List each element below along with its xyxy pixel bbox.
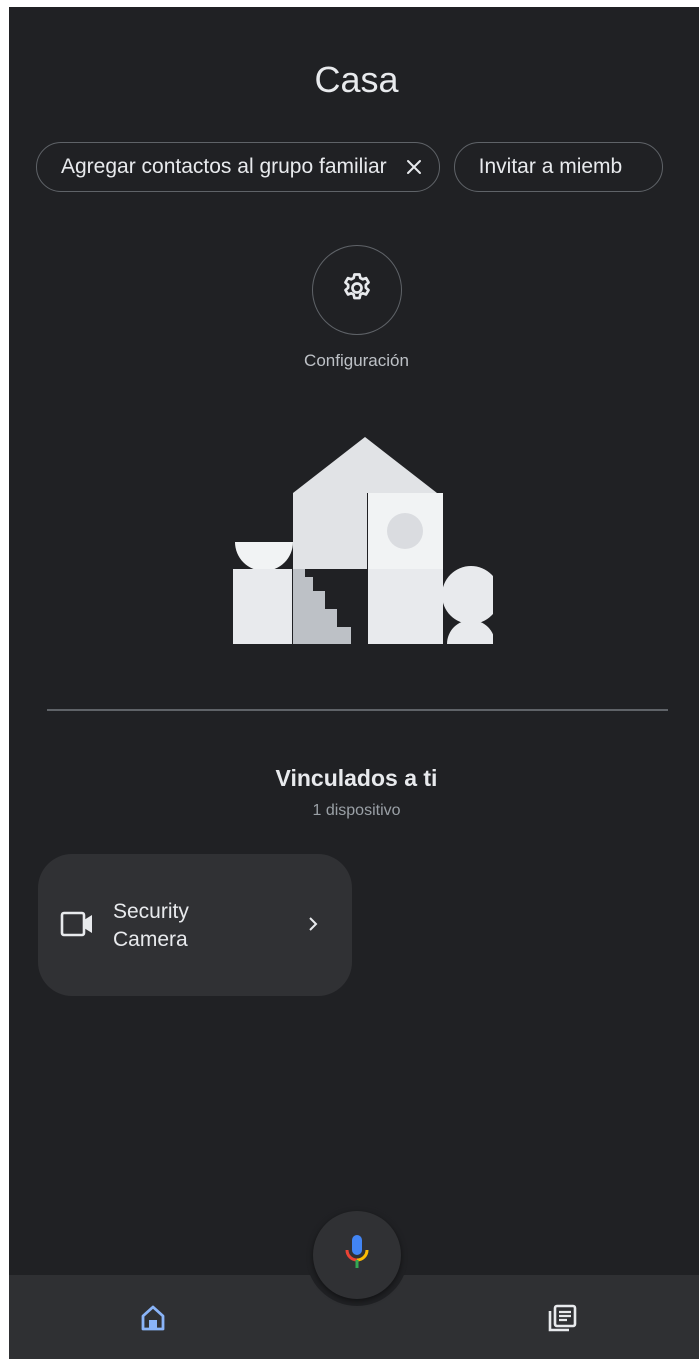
- chip-label: Agregar contactos al grupo familiar: [61, 155, 387, 178]
- close-icon[interactable]: [405, 158, 423, 176]
- gear-icon: [339, 270, 375, 311]
- mic-icon: [343, 1233, 371, 1278]
- suggestion-chips: Agregar contactos al grupo familiar Invi…: [36, 142, 677, 192]
- settings-button[interactable]: [312, 245, 402, 335]
- chip-label: Invitar a miemb: [478, 155, 623, 178]
- device-card-security-camera[interactable]: Security Camera: [38, 854, 352, 996]
- chevron-right-icon: [306, 914, 320, 939]
- section-divider: [47, 709, 668, 711]
- home-illustration: [223, 437, 500, 652]
- settings-label: Configuración: [304, 351, 409, 370]
- voice-assistant-button[interactable]: [313, 1211, 401, 1299]
- feed-icon[interactable]: [546, 1302, 578, 1339]
- device-count: 1 dispositivo: [312, 802, 401, 819]
- home-screen: Casa Agregar contactos al grupo familiar…: [9, 7, 699, 1359]
- page-title: Casa: [314, 59, 399, 100]
- section-title: Vinculados a ti: [275, 765, 438, 791]
- add-family-contacts-chip[interactable]: Agregar contactos al grupo familiar: [36, 142, 440, 192]
- device-name: Security Camera: [113, 900, 189, 951]
- camera-icon: [60, 910, 94, 943]
- home-icon[interactable]: [138, 1303, 168, 1338]
- invite-members-chip[interactable]: Invitar a miemb: [453, 142, 664, 192]
